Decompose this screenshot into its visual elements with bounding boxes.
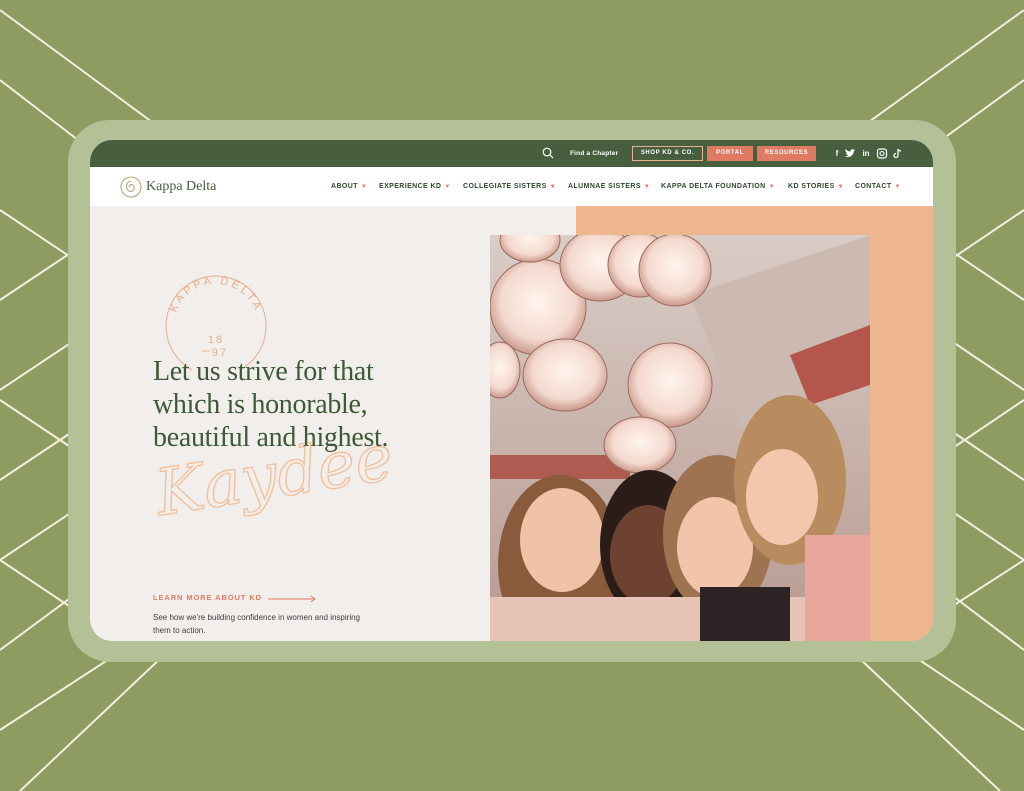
nav-kd-stories[interactable]: KD STORIES ▼ <box>788 167 844 206</box>
caret-down-icon: ▼ <box>837 184 844 190</box>
utility-bar: Find a Chapter SHOP KD & CO. PORTAL RESO… <box>90 140 933 167</box>
caret-down-icon: ▼ <box>643 184 651 190</box>
arrow-right-icon[interactable] <box>268 595 318 603</box>
hero-photo <box>490 235 870 641</box>
nav-label: CONTACT <box>855 183 892 190</box>
nav-label: EXPERIENCE KD <box>379 183 442 190</box>
learn-more-link[interactable]: LEARN MORE ABOUT KD <box>153 593 262 602</box>
portal-button[interactable]: PORTAL <box>707 146 753 161</box>
svg-text:KAPPA DELTA: KAPPA DELTA <box>168 275 265 314</box>
caret-down-icon: ▼ <box>894 184 901 190</box>
nav-collegiate-sisters[interactable]: COLLEGIATE SISTERS ▼ <box>463 167 556 206</box>
brand-name[interactable]: Kappa Delta <box>146 176 216 198</box>
find-chapter-link[interactable]: Find a Chapter <box>570 140 618 167</box>
headline-line-1: Let us strive for that <box>153 356 374 387</box>
headline-line-2: which is honorable, <box>153 389 368 420</box>
tiktok-icon[interactable] <box>892 148 904 159</box>
shop-button[interactable]: SHOP KD & CO. <box>632 146 703 161</box>
main-nav: Kappa Delta ABOUT ▼ EXPERIENCE KD ▼ COLLEG… <box>90 167 933 206</box>
search-icon[interactable] <box>542 147 554 159</box>
facebook-icon[interactable]: f <box>831 140 843 167</box>
seal-year-top: 18 <box>208 334 224 346</box>
instagram-icon[interactable] <box>876 148 888 159</box>
caret-down-icon: ▼ <box>444 184 451 190</box>
linkedin-icon[interactable]: in <box>860 140 872 167</box>
nav-label: ABOUT <box>331 183 358 190</box>
caret-down-icon: ▼ <box>360 184 368 190</box>
nav-label: COLLEGIATE SISTERS <box>463 183 547 190</box>
nav-label: KAPPA DELTA FOUNDATION <box>661 183 766 190</box>
seal-text: KAPPA DELTA <box>168 275 262 314</box>
website-screen: Find a Chapter SHOP KD & CO. PORTAL RESO… <box>90 140 933 641</box>
nav-kappa-delta-foundation[interactable]: KAPPA DELTA FOUNDATION ▼ <box>661 167 775 206</box>
hero-description: See how we're building confidence in wom… <box>153 613 360 635</box>
headline-line-3: beautiful and highest. <box>153 422 389 453</box>
caret-down-icon: ▼ <box>768 184 775 190</box>
nav-about[interactable]: ABOUT ▼ <box>331 167 367 206</box>
nav-alumnae-sisters[interactable]: ALUMNAE SISTERS ▼ <box>568 167 650 206</box>
nav-contact[interactable]: CONTACT ▼ <box>855 167 901 206</box>
twitter-icon[interactable] <box>844 148 856 159</box>
kappa-delta-logo-icon[interactable] <box>120 176 142 198</box>
hero-headline: Let us strive for that which is honorabl… <box>153 355 483 454</box>
resources-button[interactable]: RESOURCES <box>757 146 816 161</box>
nav-label: KD STORIES <box>788 183 835 190</box>
nav-experience-kd[interactable]: EXPERIENCE KD ▼ <box>379 167 451 206</box>
caret-down-icon: ▼ <box>549 184 557 190</box>
nav-label: ALUMNAE SISTERS <box>568 183 641 190</box>
